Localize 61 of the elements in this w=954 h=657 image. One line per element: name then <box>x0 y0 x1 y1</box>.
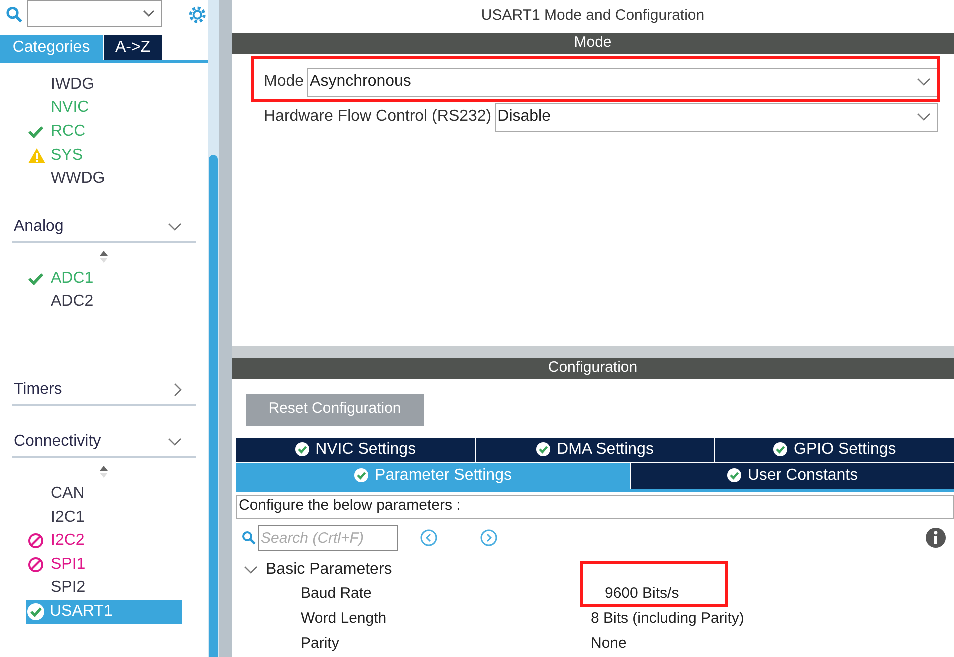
search-field[interactable]: Search (Crtl+F) <box>258 525 398 552</box>
parameter-value: 9600 Bits/s <box>605 584 680 604</box>
peripheral-item[interactable]: SPI2 <box>28 576 208 600</box>
tab[interactable]: DMA Settings <box>476 438 714 462</box>
chevron-down-icon[interactable] <box>168 438 182 446</box>
category-header[interactable]: Timers <box>14 378 62 402</box>
splitter-bar[interactable] <box>232 346 954 358</box>
tab[interactable]: GPIO Settings <box>715 438 954 462</box>
category-header[interactable]: Connectivity <box>14 430 102 454</box>
next-icon[interactable] <box>480 529 498 548</box>
settings-icon[interactable] <box>186 4 208 26</box>
check-icon <box>28 272 44 286</box>
peripheral-item[interactable]: CAN <box>28 482 208 506</box>
chevron-down-icon[interactable] <box>168 222 182 231</box>
field-label: Mode <box>264 72 304 92</box>
parameter-name: Parity <box>301 634 340 654</box>
chevron-right-icon[interactable] <box>174 383 182 398</box>
peripheral-item[interactable]: IWDG <box>28 73 208 97</box>
field-label: Hardware Flow Control (RS232) <box>264 107 492 128</box>
peripheral-item[interactable]: I2C2 <box>28 529 208 553</box>
previous-icon[interactable] <box>420 529 438 548</box>
check-circle-icon <box>27 602 45 621</box>
group-header: Basic Parameters <box>266 560 392 580</box>
tab[interactable]: A->Z <box>104 35 162 60</box>
chevron-down-icon <box>142 10 155 18</box>
check-circle-icon <box>536 442 552 458</box>
parameter-value: None <box>591 634 627 654</box>
panel-title: USART1 Mode and Configuration <box>480 6 706 26</box>
chevron-down-icon[interactable] <box>244 566 258 574</box>
search-dropdown[interactable] <box>27 0 162 27</box>
prohibited-icon <box>28 533 44 550</box>
parameter-name: Baud Rate <box>301 584 373 604</box>
warning-icon <box>28 148 46 164</box>
peripheral-item[interactable]: ADC2 <box>28 290 208 314</box>
tab[interactable]: NVIC Settings <box>236 438 475 462</box>
check-circle-icon <box>726 468 742 484</box>
check-circle-icon <box>354 468 370 484</box>
dropdown[interactable]: Disable <box>494 102 938 132</box>
parameter-value: 8 Bits (including Parity) <box>591 609 744 630</box>
search-icon[interactable] <box>6 6 24 24</box>
check-circle-icon <box>294 442 310 458</box>
category-header[interactable]: Analog <box>14 214 64 239</box>
instruction-text: Configure the below parameters : <box>236 494 954 519</box>
check-circle-icon <box>773 442 788 458</box>
chevron-down-icon <box>917 78 931 86</box>
peripheral-item[interactable]: SPI1 <box>28 552 208 577</box>
scroll-up-icon <box>99 250 109 264</box>
scrollbar-thumb[interactable] <box>209 155 218 657</box>
peripheral-item[interactable]: WWDG <box>28 167 208 191</box>
chevron-down-icon <box>917 113 931 122</box>
tab[interactable]: User Constants <box>631 462 954 489</box>
peripheral-item[interactable]: I2C1 <box>28 506 208 530</box>
scroll-up-icon <box>99 465 109 480</box>
parameter-name: Word Length <box>301 609 388 630</box>
info-icon[interactable] <box>926 528 946 548</box>
section-header: Configuration <box>232 358 954 379</box>
search-icon <box>242 531 256 546</box>
check-icon <box>28 124 44 139</box>
section-header: Mode <box>232 32 954 54</box>
prohibited-icon <box>28 556 44 573</box>
dropdown[interactable]: Asynchronous <box>307 68 938 97</box>
